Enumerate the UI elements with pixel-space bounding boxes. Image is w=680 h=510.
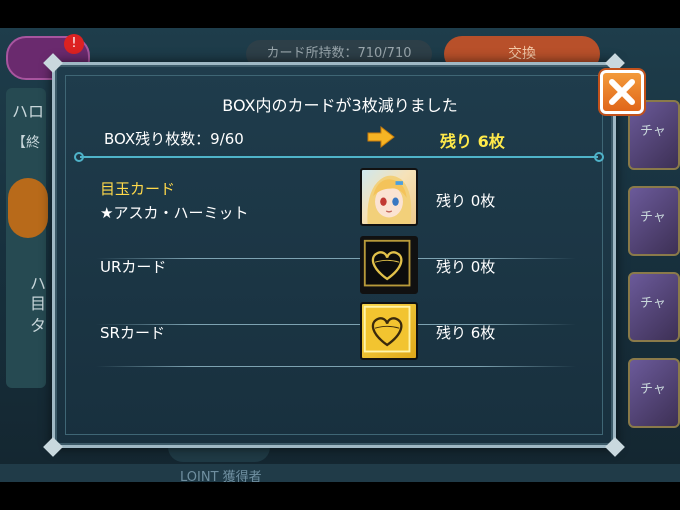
bottom-bar-text: LOINT 獲得者 <box>180 470 262 482</box>
sr-card-thumb[interactable] <box>360 302 418 360</box>
left-text: 【終 <box>12 135 40 151</box>
right-text: チャ <box>640 210 666 225</box>
box-result-dialog <box>43 53 625 457</box>
row-divider <box>96 366 576 367</box>
ur-card-thumb[interactable] <box>360 236 418 294</box>
left-text: 目 <box>30 294 47 313</box>
heart-emblem-icon <box>363 305 411 353</box>
character-portrait-icon <box>367 175 412 224</box>
row-featured-label: 目玉カード <box>100 180 176 198</box>
row-divider <box>96 324 576 325</box>
right-text: チャ <box>640 296 666 311</box>
close-button[interactable] <box>600 70 644 114</box>
pumpkin-icon <box>8 178 48 238</box>
left-text: タ <box>30 316 47 335</box>
arrow-right-icon <box>367 126 395 148</box>
row-featured-sublabel: ★アスカ・ハーミット <box>100 204 249 222</box>
game-screen: ! カード所持数：710/710 交換 ハロ 【終 ハ 目 タ チャ チャ チャ… <box>0 28 680 482</box>
row-divider <box>96 258 576 259</box>
row-sr-count: 残り 6枚 <box>436 324 496 342</box>
right-text: チャ <box>640 382 666 397</box>
row-featured-count: 残り 0枚 <box>436 192 496 210</box>
row-sr-label: SRカード <box>100 324 165 342</box>
dialog-title: BOX内のカードが3枚減りました <box>222 96 458 115</box>
row-ur-count: 残り 0枚 <box>436 258 496 276</box>
notification-badge-icon: ! <box>64 34 84 54</box>
box-remaining-after: 残り 6枚 <box>440 132 505 151</box>
corner-ornament <box>605 437 625 457</box>
row-ur-label: URカード <box>100 258 167 276</box>
decorative-divider <box>74 152 604 162</box>
close-x-icon <box>609 79 635 105</box>
corner-ornament <box>43 437 63 457</box>
letterbox-bottom <box>0 482 680 510</box>
letterbox-top <box>0 0 680 28</box>
heart-emblem-icon <box>363 239 411 287</box>
box-remaining-label: BOX残り枚数：9/60 <box>104 130 244 148</box>
featured-card-thumb[interactable] <box>360 168 418 226</box>
bottom-bar <box>0 464 680 482</box>
right-text: チャ <box>640 124 666 139</box>
